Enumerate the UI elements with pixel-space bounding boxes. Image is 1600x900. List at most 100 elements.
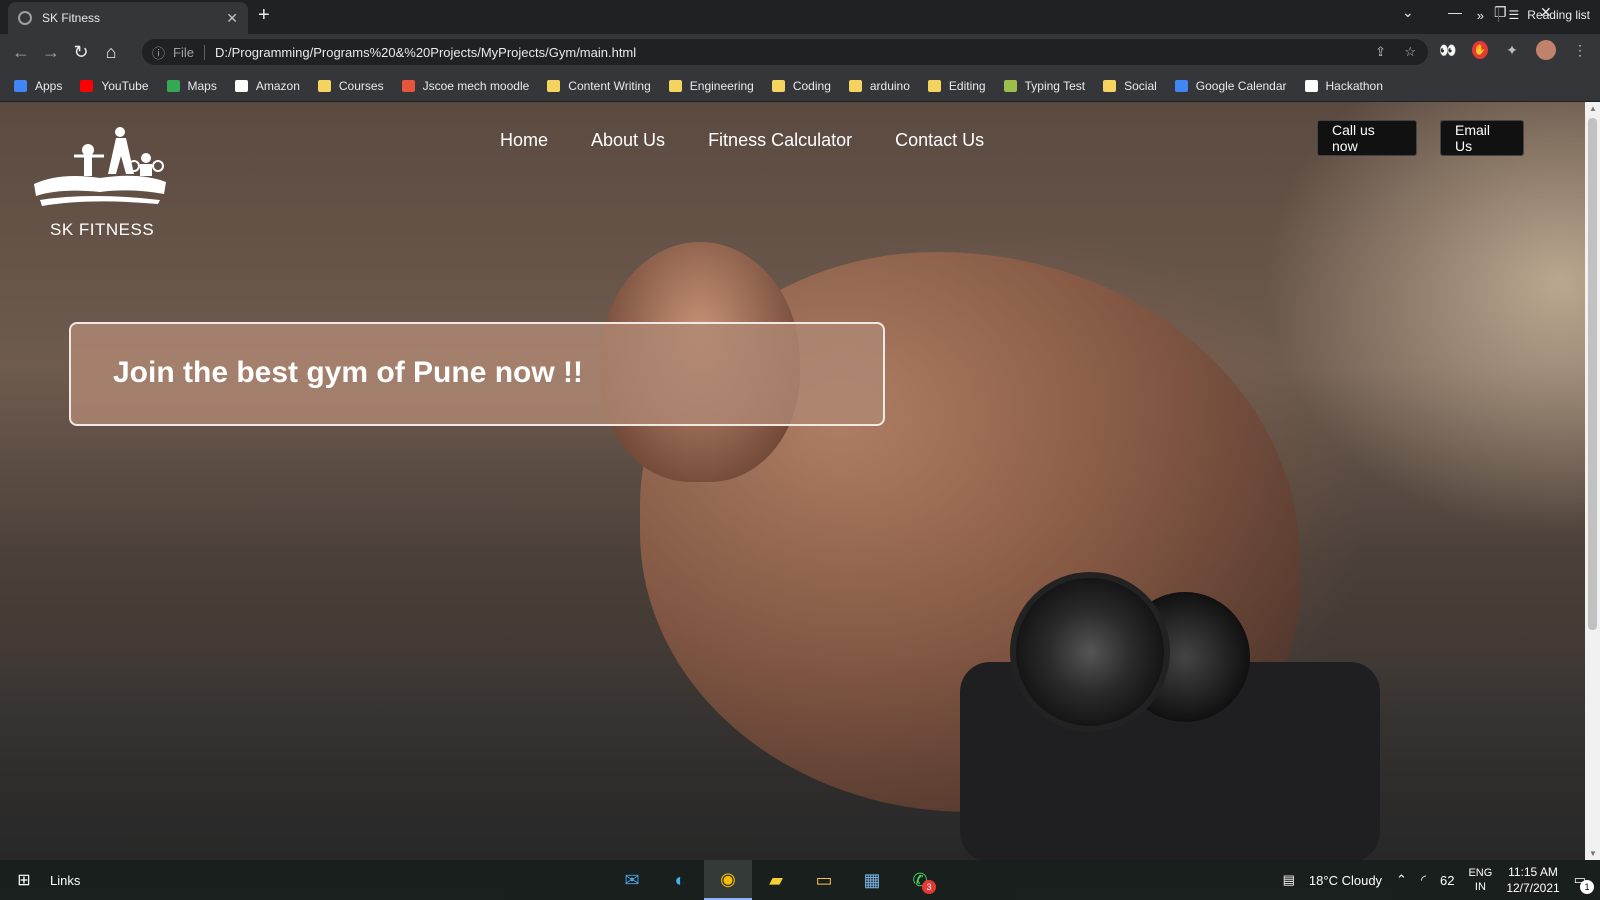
whatsapp-icon[interactable]: ✆ 3 [896, 860, 944, 900]
file-explorer-icon[interactable]: ▭ [800, 860, 848, 900]
reading-list-label: Reading list [1527, 8, 1590, 22]
lang-bottom: IN [1474, 881, 1486, 893]
wifi-icon[interactable]: ◜ [1421, 872, 1426, 888]
bookmark-label: Editing [948, 78, 986, 93]
bookmark-label: Google Calendar [1195, 78, 1287, 93]
bookmark-label: arduino [869, 78, 910, 93]
new-tab-icon[interactable]: + [258, 4, 270, 27]
share-icon[interactable]: ⇪ [1375, 44, 1386, 60]
chevron-up-icon[interactable]: ⌃ [1396, 872, 1407, 888]
bookmark-editing[interactable]: Editing [927, 78, 986, 93]
sk-fitness-logo[interactable] [30, 122, 170, 212]
nav-contact-us[interactable]: Contact Us [895, 130, 984, 151]
bookmark-label: Engineering [689, 78, 754, 93]
call-us-button[interactable]: Call us now [1317, 120, 1417, 156]
battery-level[interactable]: 62 [1440, 873, 1454, 888]
brand-name: SK FITNESS [50, 220, 155, 239]
store-icon[interactable]: ▦ [848, 860, 896, 900]
tab-sk-fitness[interactable]: SK Fitness ✕ [8, 2, 248, 34]
bookmark-engineering[interactable]: Engineering [668, 78, 754, 93]
reading-list-icon: ☰ [1508, 8, 1520, 22]
hero-headline: Join the best gym of Pune now !! [113, 356, 584, 389]
clock-date: 12/7/2021 [1506, 881, 1560, 895]
bookmark-courses[interactable]: Courses [317, 78, 384, 93]
extension-eyes-icon[interactable]: 👀 [1438, 40, 1458, 60]
bookmark-label: Courses [338, 78, 384, 93]
extension-hand-icon[interactable]: ✋ [1472, 41, 1488, 59]
menu-kebab-icon[interactable]: ⋮ [1570, 40, 1590, 60]
reading-list-button[interactable]: ☰ Reading list [1497, 8, 1590, 22]
bookmark-label: Coding [792, 78, 831, 93]
dumbbell-image [1010, 572, 1170, 732]
bookmark-coding[interactable]: Coding [771, 78, 831, 93]
windows-taskbar: ⊞ Links ✉ ◐ ◉ ▰ ▭ ▦ ✆ 3 ▤ 18°C Cloudy ⌃ … [0, 860, 1600, 900]
close-tab-icon[interactable]: ✕ [226, 10, 238, 27]
amazon-icon [234, 79, 248, 92]
back-icon[interactable]: ← [6, 42, 36, 63]
toolbar-extensions: 👀 ✋ ✦ ⋮ [1438, 40, 1590, 60]
forward-icon[interactable]: → [36, 42, 66, 63]
folder-icon [1103, 79, 1117, 92]
address-bar[interactable]: ⓘ File D:/Programming/Programs%20&%20Pro… [142, 39, 1428, 65]
bookmark-arduino[interactable]: arduino [848, 78, 910, 93]
scroll-down-icon[interactable]: ▼ [1589, 849, 1597, 858]
bookmark-content-writing[interactable]: Content Writing [547, 78, 651, 93]
google-calendar-icon [1174, 79, 1188, 92]
bookmark-label: Hackathon [1325, 78, 1383, 93]
clock[interactable]: 11:15 AM 12/7/2021 [1506, 864, 1559, 896]
folder-icon [927, 79, 941, 92]
nav-home[interactable]: Home [500, 130, 548, 151]
taskbar-links[interactable]: Links [50, 873, 80, 888]
nav-fitness-calculator[interactable]: Fitness Calculator [708, 130, 852, 151]
extensions-puzzle-icon[interactable]: ✦ [1502, 40, 1522, 60]
bookmark-label: Content Writing [568, 78, 651, 93]
profile-avatar[interactable] [1536, 40, 1556, 60]
tab-title: SK Fitness [42, 11, 101, 25]
typing-test-icon [1003, 79, 1017, 92]
lang-top: ENG [1468, 867, 1493, 879]
weather-text[interactable]: 18°C Cloudy [1309, 873, 1382, 888]
clock-time: 11:15 AM [1508, 865, 1558, 879]
news-icon[interactable]: ▤ [1283, 872, 1295, 888]
bookmark-apps[interactable]: Apps [14, 79, 62, 93]
windows-start-icon[interactable]: ⊞ [0, 870, 48, 890]
notifications-icon[interactable]: ▭ 1 [1574, 872, 1594, 894]
system-tray: ▤ 18°C Cloudy ⌃ ◜ 62 ENG IN 11:15 AM 12/… [1283, 860, 1600, 900]
scroll-up-icon[interactable]: ▲ [1589, 104, 1597, 113]
page-scrollbar[interactable]: ▲ ▼ [1585, 102, 1600, 860]
folder-icon [848, 79, 862, 92]
bookmark-label: Typing Test [1024, 78, 1086, 93]
home-icon[interactable]: ⌂ [96, 42, 126, 63]
edge-icon[interactable]: ◐ [656, 860, 704, 900]
bookmark-hackathon[interactable]: Hackathon [1304, 78, 1383, 93]
globe-icon [18, 11, 32, 25]
url-text[interactable]: D:/Programming/Programs%20&%20Projects/M… [215, 45, 636, 60]
reload-icon[interactable]: ↻ [66, 42, 96, 63]
bookmark-typing-test[interactable]: Typing Test [1003, 78, 1086, 93]
whatsapp-badge: 3 [922, 880, 936, 894]
minimize-icon[interactable]: — [1448, 4, 1462, 20]
scrollbar-thumb[interactable] [1588, 118, 1597, 630]
hero-banner: Join the best gym of Pune now !! [69, 322, 885, 426]
bookmark-youtube[interactable]: YouTube [80, 79, 149, 93]
mail-icon[interactable]: ✉ [608, 860, 656, 900]
bookmark-google-calendar[interactable]: Google Calendar [1174, 78, 1287, 93]
info-icon[interactable]: ⓘ [152, 43, 165, 62]
folder-icon [771, 79, 785, 92]
bookmark-jscoe-mech-moodle[interactable]: Jscoe mech moodle [401, 79, 529, 93]
bookmark-maps[interactable]: Maps [166, 79, 217, 93]
chrome-icon[interactable]: ◉ [704, 860, 752, 900]
bookmarks-more-icon[interactable]: » [1477, 8, 1484, 23]
url-scheme-label: File [173, 44, 205, 60]
main-nav: Home About Us Fitness Calculator Contact… [500, 130, 984, 151]
email-us-button[interactable]: Email Us [1440, 120, 1524, 156]
bookmark-amazon[interactable]: Amazon [234, 78, 300, 93]
tab-search-icon[interactable]: ⌄ [1402, 4, 1414, 21]
bookmark-label: Amazon [255, 78, 300, 93]
browser-toolbar: ← → ↻ ⌂ ⓘ File D:/Programming/Programs%2… [0, 34, 1600, 70]
bookmark-star-icon[interactable]: ☆ [1404, 44, 1416, 60]
bookmark-social[interactable]: Social [1103, 79, 1157, 93]
language-indicator[interactable]: ENG IN [1468, 866, 1492, 894]
sticky-notes-icon[interactable]: ▰ [752, 860, 800, 900]
nav-about-us[interactable]: About Us [591, 130, 665, 151]
